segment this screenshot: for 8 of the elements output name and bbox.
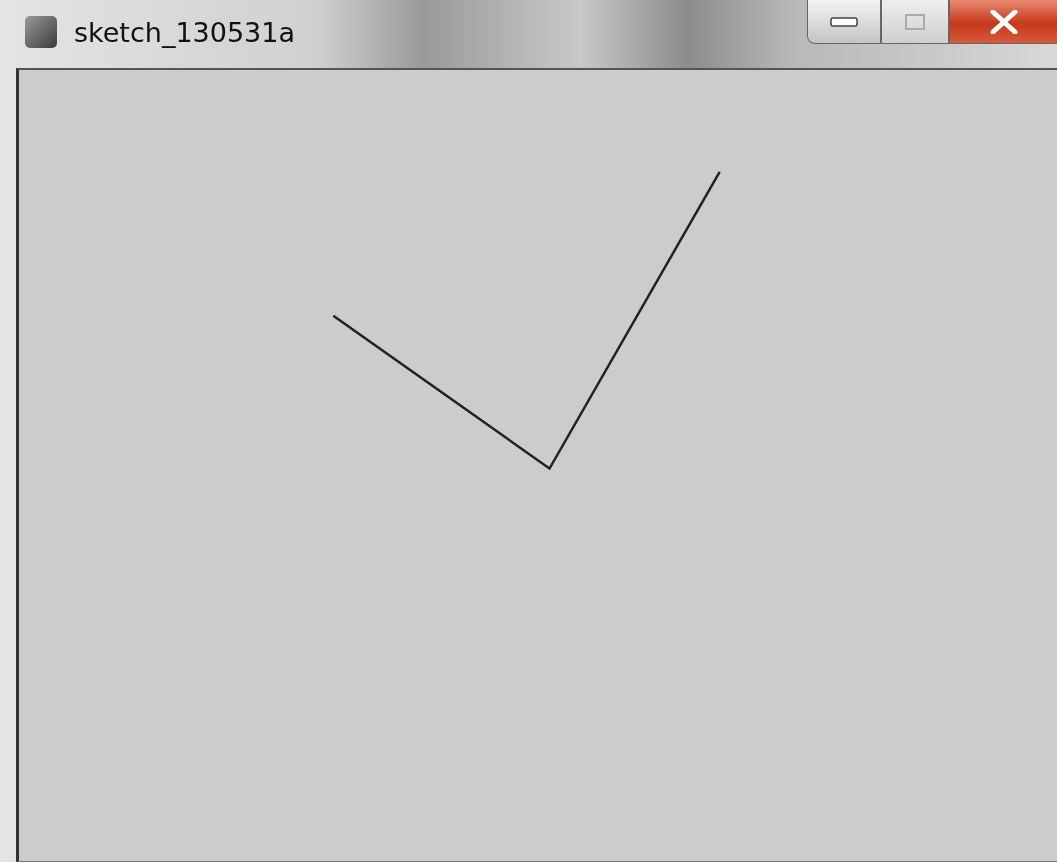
minimize-button[interactable] (807, 0, 881, 44)
maximize-icon (905, 13, 925, 30)
minimize-icon (830, 16, 858, 27)
app-icon (24, 15, 58, 49)
close-button[interactable] (949, 0, 1057, 44)
maximize-button[interactable] (881, 0, 949, 44)
window-title: sketch_130531a (74, 16, 295, 48)
close-icon (990, 9, 1018, 34)
